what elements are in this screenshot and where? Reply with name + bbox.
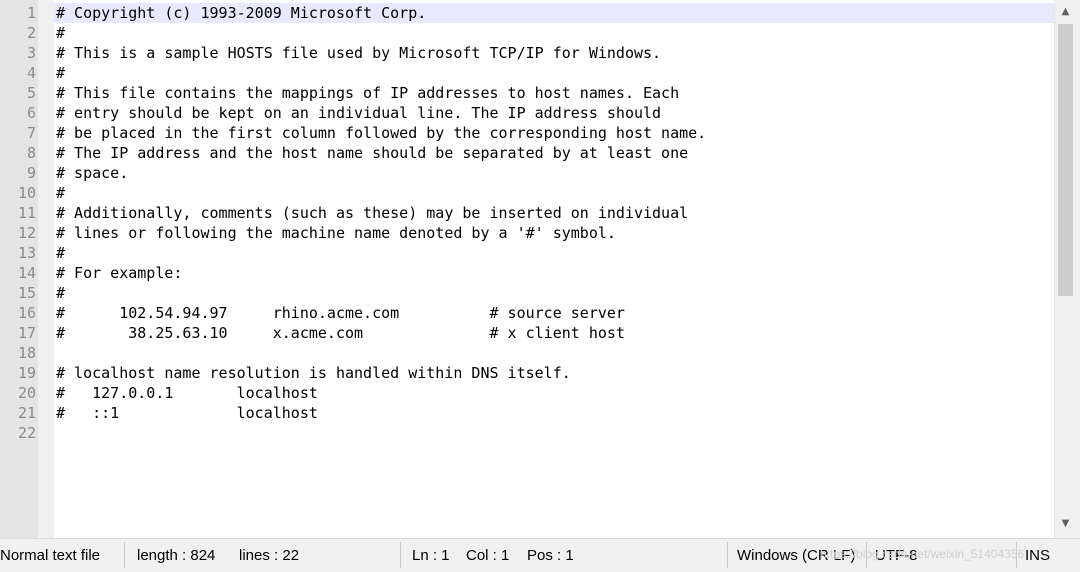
code-line[interactable]: # Copyright (c) 1993-2009 Microsoft Corp… [54, 3, 1054, 23]
status-length: length : 824 [137, 547, 216, 564]
code-line[interactable]: # space. [54, 163, 1054, 183]
line-number: 2 [26, 24, 36, 42]
line-number: 1 [26, 4, 36, 22]
status-mode[interactable]: INS [1025, 546, 1050, 566]
code-line[interactable]: # The IP address and the host name shoul… [54, 143, 1054, 163]
code-area[interactable]: # Copyright (c) 1993-2009 Microsoft Corp… [54, 3, 1054, 443]
code-line[interactable] [54, 423, 1054, 443]
line-number: 6 [26, 104, 36, 122]
status-ln: Ln : 1 [412, 547, 450, 564]
vertical-scrollbar[interactable]: ▲ ▼ [1054, 0, 1076, 538]
status-file-type: Normal text file [0, 547, 101, 564]
status-separator [1016, 542, 1017, 568]
line-number: 19 [17, 364, 36, 382]
line-number: 12 [17, 224, 36, 242]
code-line[interactable]: # localhost name resolution is handled w… [54, 363, 1054, 383]
line-numbers: 1 2 3 4 5 6 7 8 9 10 11 12 13 14 15 16 17 18 19 20 21 22 [0, 3, 36, 443]
status-lines: lines : 22 [239, 547, 300, 564]
fold-margin[interactable] [38, 0, 54, 538]
line-number: 20 [17, 384, 36, 402]
code-line[interactable]: # This is a sample HOSTS file used by Mi… [54, 43, 1054, 63]
watermark-text: https://blog.csdn.net/weixin_51404356 [820, 547, 1025, 561]
code-line[interactable]: # [54, 243, 1054, 263]
line-number: 21 [17, 404, 36, 422]
window-edge [1075, 0, 1080, 571]
line-number: 4 [26, 64, 36, 82]
code-line[interactable]: # [54, 23, 1054, 43]
status-pos: Pos : 1 [527, 547, 574, 564]
line-number-gutter: 1 2 3 4 5 6 7 8 9 10 11 12 13 14 15 16 17 18 19 20 21 22 [0, 0, 38, 538]
code-line[interactable]: # [54, 183, 1054, 203]
status-bar: Normal text file length : 824 lines : 22… [0, 538, 1080, 572]
line-number: 22 [17, 424, 36, 442]
status-col: Col : 1 [466, 547, 510, 564]
code-line[interactable]: # Additionally, comments (such as these)… [54, 203, 1054, 223]
line-number: 5 [26, 84, 36, 102]
code-line[interactable]: # 127.0.0.1 localhost [54, 383, 1054, 403]
code-line[interactable] [54, 343, 1054, 363]
code-line[interactable]: # [54, 283, 1054, 303]
code-line[interactable]: # entry should be kept on an individual … [54, 103, 1054, 123]
line-number: 9 [26, 164, 36, 182]
line-number: 10 [17, 184, 36, 202]
line-number: 15 [17, 284, 36, 302]
code-line[interactable]: # ::1 localhost [54, 403, 1054, 423]
line-number: 18 [17, 344, 36, 362]
line-number: 13 [17, 244, 36, 262]
line-number: 7 [26, 124, 36, 142]
code-line[interactable]: # be placed in the first column followed… [54, 123, 1054, 143]
line-number: 17 [17, 324, 36, 342]
code-line[interactable]: # This file contains the mappings of IP … [54, 83, 1054, 103]
code-line[interactable]: # 102.54.94.97 rhino.acme.com # source s… [54, 303, 1054, 323]
line-number: 3 [26, 44, 36, 62]
status-separator [124, 542, 125, 568]
code-line[interactable]: # lines or following the machine name de… [54, 223, 1054, 243]
scrollbar-thumb[interactable] [1058, 24, 1073, 296]
line-number: 14 [17, 264, 36, 282]
status-separator [400, 542, 401, 568]
chevron-up-icon[interactable]: ▲ [1055, 2, 1076, 22]
text-editor[interactable]: 1 2 3 4 5 6 7 8 9 10 11 12 13 14 15 16 17 18 19 20 21 22 # Co… [0, 0, 1080, 538]
line-number: 8 [26, 144, 36, 162]
code-line[interactable]: # [54, 63, 1054, 83]
line-number: 16 [17, 304, 36, 322]
code-line[interactable]: # For example: [54, 263, 1054, 283]
chevron-down-icon[interactable]: ▼ [1055, 514, 1076, 534]
status-separator [727, 542, 728, 568]
line-number: 11 [17, 204, 36, 222]
code-line[interactable]: # 38.25.63.10 x.acme.com # x client host [54, 323, 1054, 343]
